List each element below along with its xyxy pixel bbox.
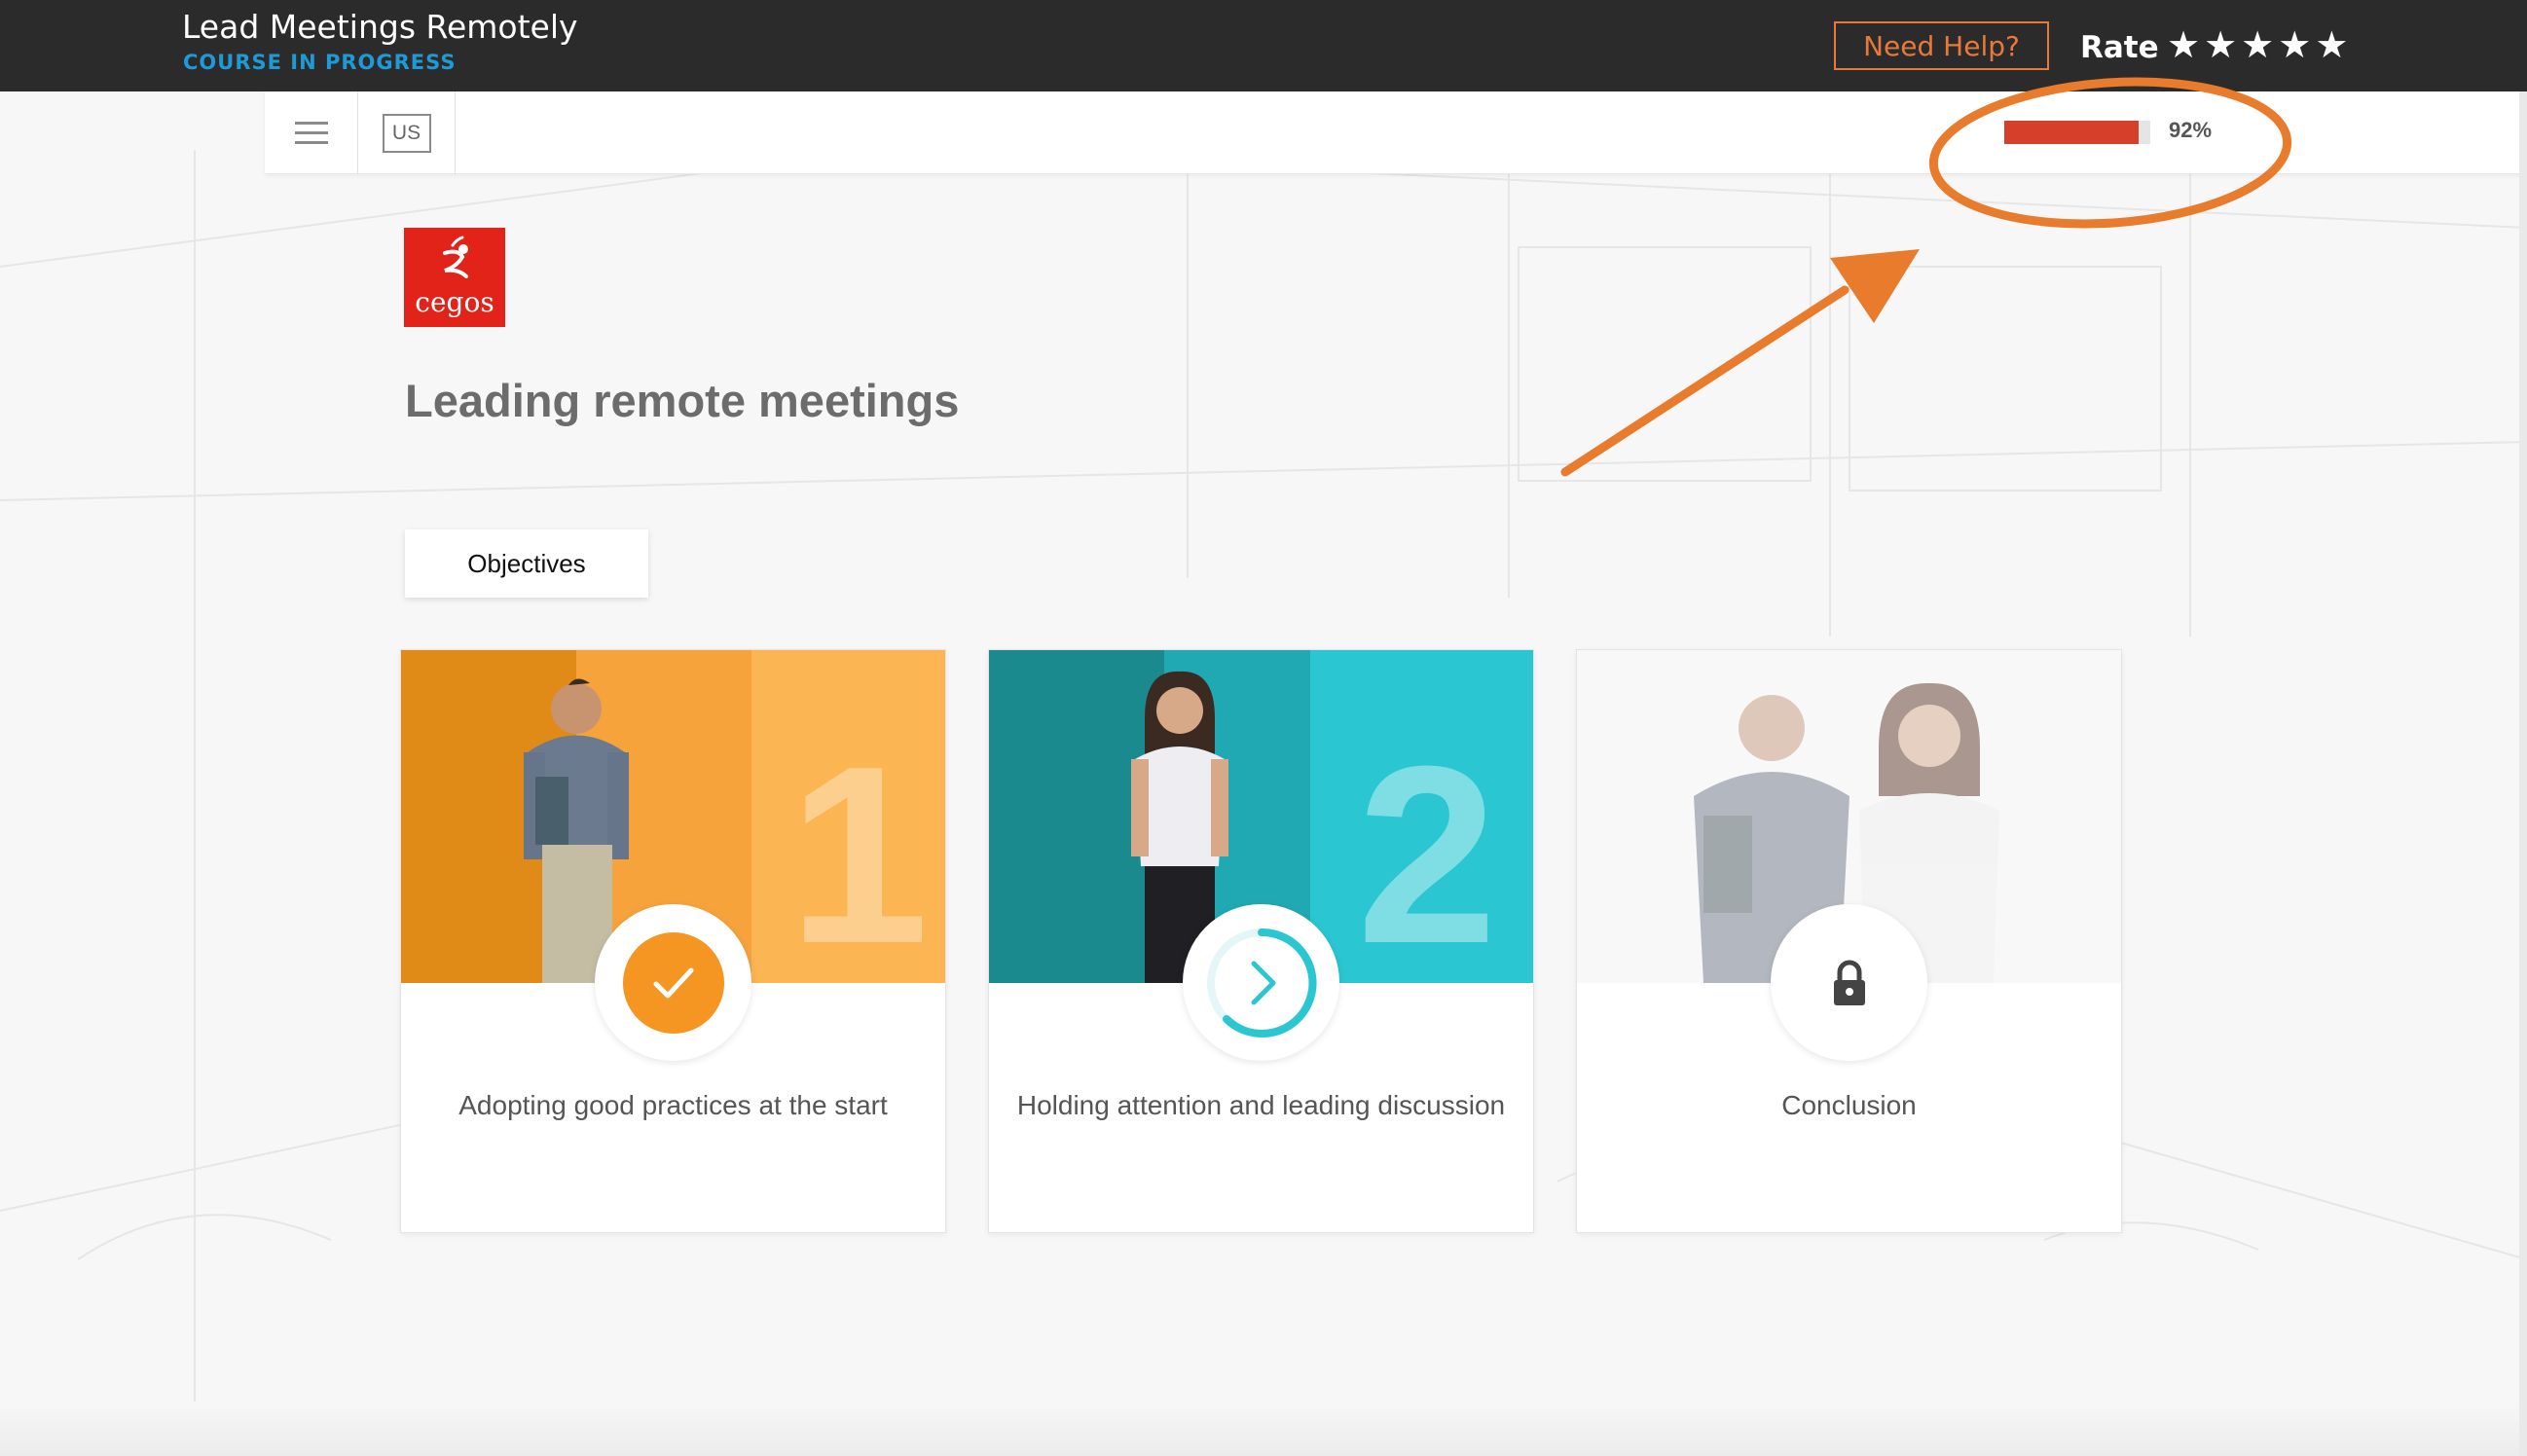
module-card-2[interactable]: 2 Holding attention and leading discussi… — [988, 649, 1534, 1233]
rating-stars: ★ ★ ★ ★ ★ — [2167, 21, 2348, 70]
language-selector[interactable]: US — [358, 91, 456, 174]
need-help-button[interactable]: Need Help? — [1834, 21, 2049, 70]
module-number: 2 — [1357, 714, 1498, 983]
rate-label: Rate — [2080, 30, 2159, 65]
course-progress-bar — [2004, 121, 2150, 144]
module-card-3: Conclusion — [1576, 649, 2122, 1233]
hamburger-menu-icon — [294, 141, 328, 144]
star-icon[interactable]: ★ — [2278, 21, 2311, 70]
page-title: Leading remote meetings — [405, 375, 960, 426]
star-icon[interactable]: ★ — [2167, 21, 2200, 70]
module-2-label: Holding attention and leading discussion — [1016, 1090, 1506, 1120]
module-1-label: Adopting good practices at the start — [458, 1090, 888, 1120]
checkmark-icon — [622, 931, 724, 1034]
module-number: 1 — [788, 714, 930, 983]
star-icon[interactable]: ★ — [2241, 21, 2274, 70]
course-progress-fill — [2004, 121, 2139, 144]
hamburger-menu-icon — [294, 122, 328, 125]
objectives-button[interactable]: Objectives — [405, 529, 648, 598]
course-status: COURSE IN PROGRESS — [183, 51, 457, 74]
cegos-figure-icon — [443, 236, 468, 278]
language-badge: US — [382, 113, 431, 153]
course-progress-label: 92% — [2169, 118, 2213, 142]
hamburger-menu-icon — [294, 131, 328, 134]
chevron-right-icon — [1206, 928, 1317, 1037]
menu-button[interactable] — [265, 91, 358, 174]
lock-icon — [1833, 960, 1865, 1005]
course-header: Lead Meetings Remotely COURSE IN PROGRES… — [0, 0, 2527, 91]
module-3-label: Conclusion — [1781, 1090, 1917, 1120]
module-2-status[interactable] — [1183, 904, 1339, 1061]
star-icon[interactable]: ★ — [2204, 21, 2237, 70]
module-1-status[interactable] — [595, 904, 751, 1061]
logo-text: cegos — [415, 286, 494, 318]
page-edge — [2519, 91, 2527, 1456]
cegos-logo: cegos — [404, 228, 505, 327]
module-3-status — [1771, 904, 1927, 1061]
star-icon[interactable]: ★ — [2315, 21, 2348, 70]
module-card-1[interactable]: 1 Adopting good practices at the start — [400, 649, 946, 1233]
course-title: Lead Meetings Remotely — [182, 8, 578, 46]
bottom-fade — [0, 1401, 2527, 1456]
